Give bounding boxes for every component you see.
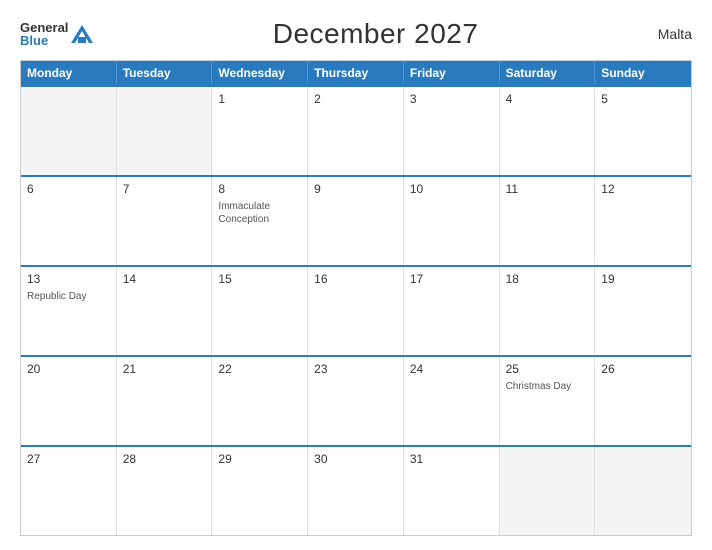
day-number: 8 — [218, 182, 301, 196]
day-number: 17 — [410, 272, 493, 286]
day-number: 29 — [218, 452, 301, 466]
calendar-cell: 25 Christmas Day — [500, 357, 596, 445]
col-tuesday: Tuesday — [117, 61, 213, 85]
calendar-cell: 9 — [308, 177, 404, 265]
day-number: 15 — [218, 272, 301, 286]
calendar-cell: 4 — [500, 87, 596, 175]
calendar-row: 27 28 29 30 31 — [21, 445, 691, 535]
day-number: 6 — [27, 182, 110, 196]
page-header: General Blue December 2027 Malta — [20, 18, 692, 50]
col-wednesday: Wednesday — [212, 61, 308, 85]
calendar-cell: 14 — [117, 267, 213, 355]
day-number: 19 — [601, 272, 685, 286]
calendar-cell: 2 — [308, 87, 404, 175]
calendar-cell: 3 — [404, 87, 500, 175]
month-title: December 2027 — [273, 18, 479, 50]
day-number: 22 — [218, 362, 301, 376]
calendar-cell: 16 — [308, 267, 404, 355]
day-number: 24 — [410, 362, 493, 376]
calendar-cell: 12 — [595, 177, 691, 265]
calendar-cell: 1 — [212, 87, 308, 175]
day-number: 20 — [27, 362, 110, 376]
col-friday: Friday — [404, 61, 500, 85]
day-event: Christmas Day — [506, 380, 589, 393]
day-number: 11 — [506, 182, 589, 196]
day-number: 25 — [506, 362, 589, 376]
day-number: 28 — [123, 452, 206, 466]
col-monday: Monday — [21, 61, 117, 85]
calendar-cell: 20 — [21, 357, 117, 445]
calendar-cell: 21 — [117, 357, 213, 445]
calendar-cell: 29 — [212, 447, 308, 535]
calendar-cell: 27 — [21, 447, 117, 535]
calendar-cell: 5 — [595, 87, 691, 175]
calendar-cell: 7 — [117, 177, 213, 265]
day-number: 7 — [123, 182, 206, 196]
calendar-cell: 23 — [308, 357, 404, 445]
day-number: 1 — [218, 92, 301, 106]
calendar-row: 20 21 22 23 24 25 Christmas Day 26 — [21, 355, 691, 445]
col-sunday: Sunday — [595, 61, 691, 85]
calendar-row: 13 Republic Day 14 15 16 17 18 19 — [21, 265, 691, 355]
day-number: 26 — [601, 362, 685, 376]
day-number: 27 — [27, 452, 110, 466]
day-number: 4 — [506, 92, 589, 106]
calendar-cell: 8 Immaculate Conception — [212, 177, 308, 265]
day-number: 21 — [123, 362, 206, 376]
day-number: 18 — [506, 272, 589, 286]
calendar-cell — [21, 87, 117, 175]
day-number: 16 — [314, 272, 397, 286]
logo-blue-text: Blue — [20, 34, 68, 47]
day-number: 13 — [27, 272, 110, 286]
day-number: 12 — [601, 182, 685, 196]
day-number: 30 — [314, 452, 397, 466]
calendar-cell — [500, 447, 596, 535]
calendar-cell: 11 — [500, 177, 596, 265]
calendar-row: 678 Immaculate Conception 9 10 11 12 — [21, 175, 691, 265]
day-number: 9 — [314, 182, 397, 196]
calendar-cell: 6 — [21, 177, 117, 265]
calendar-header: Monday Tuesday Wednesday Thursday Friday… — [21, 61, 691, 85]
day-number: 2 — [314, 92, 397, 106]
calendar-body: 12345678Immaculate Conception910111213Re… — [21, 85, 691, 535]
calendar-cell: 18 — [500, 267, 596, 355]
calendar-cell: 10 — [404, 177, 500, 265]
calendar-cell: 15 — [212, 267, 308, 355]
day-number: 10 — [410, 182, 493, 196]
calendar-cell: 19 — [595, 267, 691, 355]
day-number: 23 — [314, 362, 397, 376]
col-saturday: Saturday — [500, 61, 596, 85]
day-number: 14 — [123, 272, 206, 286]
calendar-cell: 17 — [404, 267, 500, 355]
logo: General Blue — [20, 21, 93, 47]
calendar-cell: 31 — [404, 447, 500, 535]
calendar-cell: 22 — [212, 357, 308, 445]
calendar-cell — [117, 87, 213, 175]
calendar-row: 12345 — [21, 85, 691, 175]
calendar-cell — [595, 447, 691, 535]
calendar-grid: Monday Tuesday Wednesday Thursday Friday… — [20, 60, 692, 536]
country-label: Malta — [658, 26, 692, 42]
day-number: 3 — [410, 92, 493, 106]
calendar-cell: 13 Republic Day — [21, 267, 117, 355]
calendar-page: General Blue December 2027 Malta Monday … — [0, 0, 712, 550]
col-thursday: Thursday — [308, 61, 404, 85]
day-event: Republic Day — [27, 290, 110, 303]
calendar-cell: 26 — [595, 357, 691, 445]
logo-icon — [71, 25, 93, 43]
day-number: 31 — [410, 452, 493, 466]
calendar-cell: 24 — [404, 357, 500, 445]
day-number: 5 — [601, 92, 685, 106]
calendar-cell: 28 — [117, 447, 213, 535]
day-event: Immaculate Conception — [218, 200, 301, 226]
calendar-cell: 30 — [308, 447, 404, 535]
